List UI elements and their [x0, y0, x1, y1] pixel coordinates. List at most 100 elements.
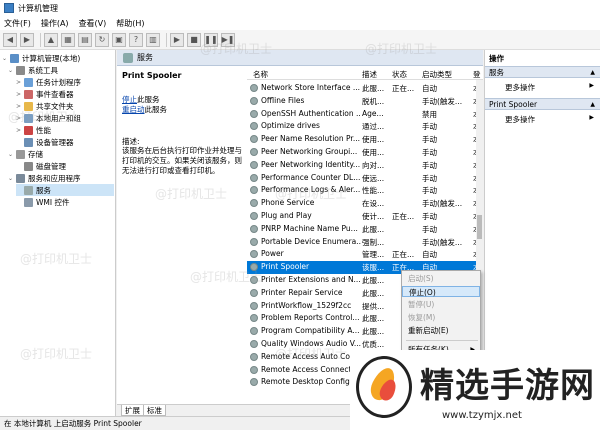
chevron-down-icon[interactable]: ⌄ [8, 175, 16, 182]
cell-name: Quality Windows Audio V... [261, 339, 361, 348]
show-hide-tree-icon[interactable]: ▦ [61, 32, 75, 47]
menu-item-stop[interactable]: 停止(O) [402, 286, 480, 297]
cell-desc: 管理... [362, 250, 385, 260]
chevron-down-icon[interactable]: ⌄ [2, 55, 10, 62]
menu-item-restart[interactable]: 重新启动(E) [402, 325, 480, 336]
back-icon[interactable]: ◀ [3, 32, 17, 47]
link-suffix: 此服务 [144, 105, 168, 114]
table-row[interactable]: Peer Name Resolution Pr...使用...手动本 [247, 133, 483, 146]
more-actions-services[interactable]: 更多操作 [505, 82, 535, 93]
tree-item-event-viewer[interactable]: > 事件查看器 [16, 88, 74, 100]
column-description[interactable]: 描述 [362, 69, 377, 80]
chevron-right-icon[interactable]: > [16, 127, 24, 134]
column-logon[interactable]: 登 [473, 69, 481, 80]
column-name[interactable]: 名称 [253, 69, 268, 80]
cell-startup: 手动 [422, 122, 437, 132]
badge-title: 精选手游网 [420, 366, 595, 406]
tree-item-disk-management[interactable]: 磁盘管理 [16, 160, 66, 172]
table-row[interactable]: PNRP Machine Name Pu...此服...手动本 [247, 223, 483, 236]
folder-up-icon[interactable]: ▲ [44, 32, 58, 47]
column-startup-type[interactable]: 启动类型 [422, 69, 452, 80]
table-row[interactable]: Performance Logs & Aler...性能...手动本 [247, 184, 483, 197]
cell-name: Plug and Play [261, 211, 312, 220]
tree-item-label: 事件查看器 [36, 89, 74, 99]
table-row[interactable]: Performance Counter DL...使远...手动本 [247, 172, 483, 185]
clock-icon [24, 77, 33, 87]
menu-action[interactable]: 操作(A) [41, 18, 69, 29]
export-icon[interactable]: ▤ [78, 32, 92, 47]
properties-icon[interactable]: ▣ [112, 32, 126, 47]
chevron-right-icon[interactable]: > [16, 103, 24, 110]
gear-icon [250, 314, 258, 323]
chevron-down-icon[interactable]: ⌄ [8, 67, 16, 74]
actions-group-services[interactable]: 服务 ▲ [485, 66, 600, 78]
services-pane-header: 服务 [117, 50, 483, 66]
restart-service-link[interactable]: 重启动 [122, 105, 145, 114]
cell-name: Peer Name Resolution Pr... [261, 134, 360, 144]
tab-extended[interactable]: 扩展 [121, 405, 144, 416]
table-row[interactable]: Power管理...正在...自动本 [247, 248, 483, 261]
menu-item-start[interactable]: 启动(S) [402, 273, 480, 284]
chevron-right-icon[interactable]: > [16, 115, 24, 122]
tree-item-device-manager[interactable]: 设备管理器 [16, 136, 74, 148]
tree-item-system-tools[interactable]: ⌄ 系统工具 [8, 64, 58, 76]
chevron-up-icon[interactable]: ▲ [590, 101, 595, 108]
gear-icon [250, 288, 258, 297]
help-icon[interactable]: ? [129, 32, 143, 47]
shared-folder-icon [24, 101, 33, 111]
tree-item-wmi-control[interactable]: WMI 控件 [16, 196, 69, 208]
restart-service-icon[interactable]: ▶❚ [221, 32, 235, 47]
tree-item-performance[interactable]: > 性能 [16, 124, 51, 136]
gear-icon [250, 160, 258, 169]
chevron-right-icon[interactable]: > [16, 91, 24, 98]
cell-name: PNRP Machine Name Pu... [261, 223, 358, 233]
table-row[interactable]: Peer Networking Groupi...使用...手动本 [247, 146, 483, 159]
pause-service-icon[interactable]: ❚❚ [204, 32, 218, 47]
users-icon [24, 113, 33, 123]
table-row[interactable]: Plug and Play使计...正在...手动本 [247, 210, 483, 223]
more-actions-print-spooler[interactable]: 更多操作 [505, 114, 535, 125]
tree-item-services-and-apps[interactable]: ⌄ 服务和应用程序 [8, 172, 81, 184]
menu-file[interactable]: 文件(F) [4, 18, 31, 29]
stop-service-link[interactable]: 停止 [122, 95, 137, 104]
cell-desc: 此服... [362, 224, 385, 234]
table-row[interactable]: Peer Networking Identity...向对...手动本 [247, 159, 483, 172]
tree-item-local-users[interactable]: > 本地用户和组 [16, 112, 81, 124]
tree-item-shared-folders[interactable]: > 共享文件夹 [16, 100, 74, 112]
cell-name: PrintWorkflow_1529f2cc [261, 300, 352, 310]
gear-icon [250, 135, 258, 144]
cell-startup: 手动 [422, 160, 437, 170]
refresh-icon[interactable]: ↻ [95, 32, 109, 47]
chevron-right-icon: ▶ [589, 82, 594, 89]
menu-help[interactable]: 帮助(H) [116, 18, 144, 29]
table-row[interactable]: Optimize drives通过...手动本 [247, 120, 483, 133]
menu-view[interactable]: 查看(V) [79, 18, 107, 29]
grid-view-icon[interactable]: ▥ [146, 32, 160, 47]
forward-icon[interactable]: ▶ [20, 32, 34, 47]
scrollbar-thumb[interactable] [477, 215, 482, 239]
table-row[interactable]: Network Store Interface ...此服...正在...自动本 [247, 82, 483, 95]
tree-item-computer-management[interactable]: ⌄ 计算机管理(本地) [2, 52, 80, 64]
menu-item-pause[interactable]: 暂停(U) [402, 299, 480, 310]
tree-item-storage[interactable]: ⌄ 存储 [8, 148, 43, 160]
menu-item-resume[interactable]: 恢复(M) [402, 312, 480, 323]
tree-item-task-scheduler[interactable]: > 任务计划程序 [16, 76, 81, 88]
tree-item-services[interactable]: 服务 [16, 184, 114, 196]
chevron-down-icon[interactable]: ⌄ [8, 151, 16, 158]
menu-separator [406, 340, 478, 341]
gear-icon [250, 148, 258, 156]
table-row[interactable]: Portable Device Enumera...强制...手动(触发...本 [247, 236, 483, 249]
start-service-icon[interactable]: ▶ [170, 32, 184, 47]
tab-standard[interactable]: 标准 [143, 405, 166, 416]
table-row[interactable]: Offline Files脱机...手动(触发...本 [247, 95, 483, 108]
actions-group-print-spooler[interactable]: Print Spooler ▲ [485, 98, 600, 110]
stop-service-icon[interactable]: ■ [187, 32, 201, 47]
chevron-right-icon: ▶ [589, 114, 594, 121]
chevron-up-icon[interactable]: ▲ [590, 69, 595, 76]
table-row[interactable]: OpenSSH Authentication ...Age...禁用本 [247, 108, 483, 121]
cell-desc: 在设... [362, 199, 385, 209]
table-row[interactable]: Phone Service在设...手动(触发...本 [247, 197, 483, 210]
chevron-right-icon[interactable]: > [16, 79, 24, 86]
gear-icon [250, 365, 258, 374]
column-status[interactable]: 状态 [392, 69, 407, 80]
